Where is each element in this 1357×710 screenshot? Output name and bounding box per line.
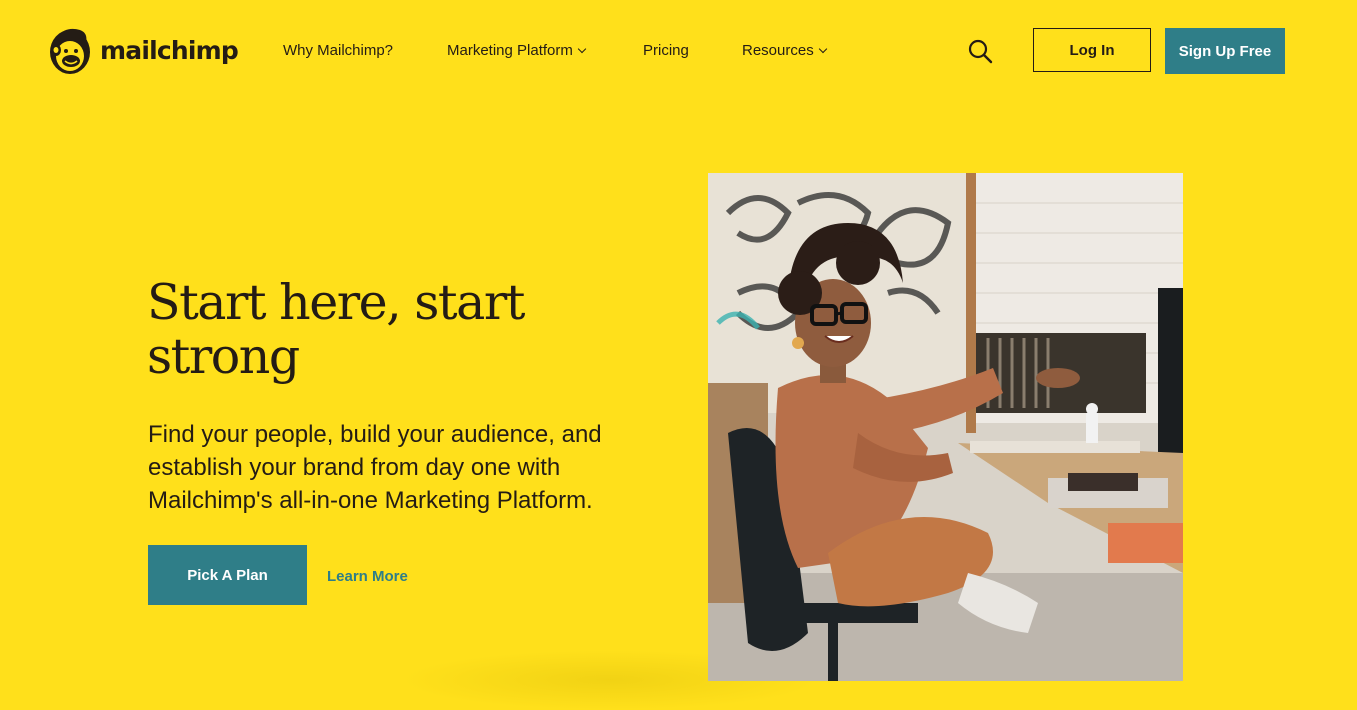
nav-item-marketing-platform[interactable]: Marketing Platform: [447, 42, 587, 59]
hero-subtitle: Find your people, build your audience, a…: [148, 421, 602, 514]
hero-title: Start here, start strong: [147, 274, 525, 385]
mailchimp-logo[interactable]: mailchimp: [46, 24, 239, 76]
signup-button[interactable]: Sign Up Free: [1165, 28, 1285, 74]
pick-a-plan-button[interactable]: Pick A Plan: [148, 545, 307, 605]
search-icon[interactable]: [967, 38, 993, 64]
site-header: mailchimp Why Mailchimp? Marketing Platf…: [0, 0, 1357, 100]
nav-item-why-mailchimp[interactable]: Why Mailchimp?: [283, 42, 393, 59]
nav-item-label: Why Mailchimp?: [283, 42, 394, 59]
chevron-down-icon: [577, 44, 587, 53]
nav-item-label: Pricing: [643, 42, 689, 59]
nav-item-resources[interactable]: Resources: [742, 42, 827, 59]
logo-wordmark: mailchimp: [100, 35, 239, 65]
hero-photo-illustration: [708, 173, 1183, 681]
hero-image: [708, 173, 1183, 681]
nav-item-label: Resources: [742, 42, 814, 59]
login-button[interactable]: Log In: [1033, 28, 1151, 72]
chevron-down-icon: [818, 44, 827, 53]
nav-item-pricing[interactable]: Pricing: [643, 42, 689, 59]
learn-more-link[interactable]: Learn More: [327, 568, 408, 585]
nav-item-label: Marketing Platform: [447, 42, 573, 59]
freddie-icon: [50, 28, 90, 74]
